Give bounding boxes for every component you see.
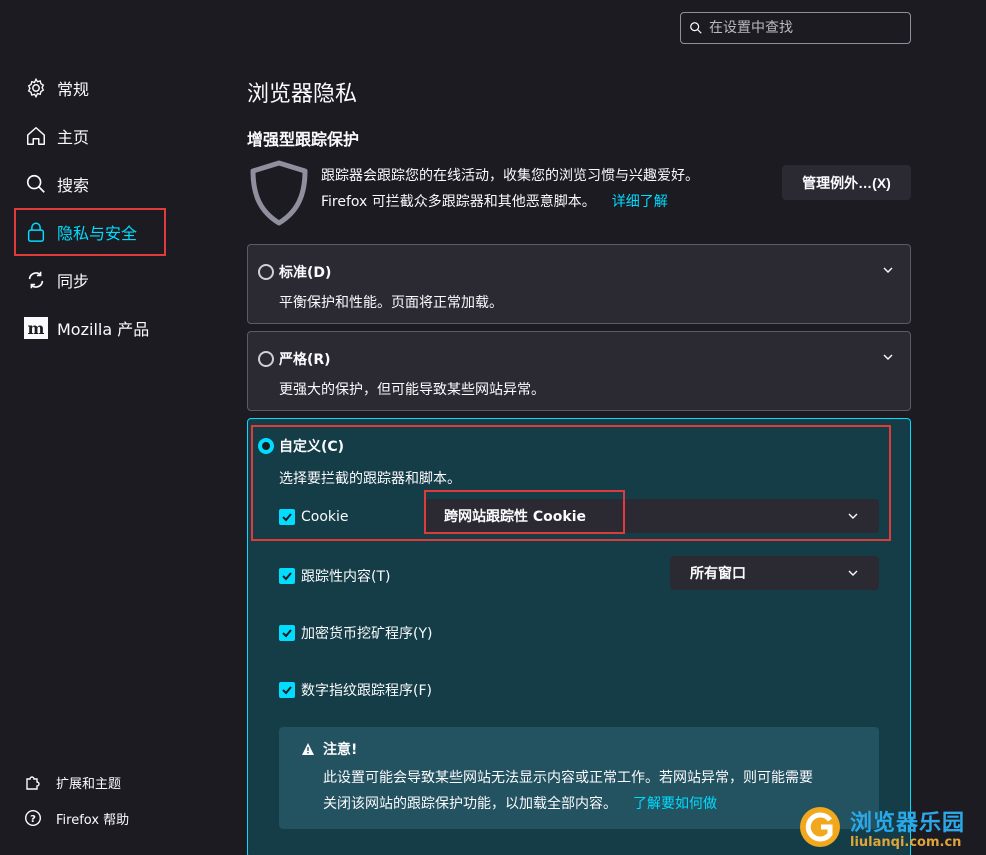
svg-text:m: m [28, 319, 45, 338]
watermark-text: 浏览器乐园 liulanqi.com.cn [850, 805, 965, 850]
help-icon: ? [24, 809, 42, 827]
watermark-icon [800, 807, 840, 847]
fingerprinters-label: 数字指纹跟踪程序(F) [301, 683, 432, 699]
tracking-select-value: 所有窗口 [690, 566, 746, 582]
sync-icon [24, 268, 48, 292]
sidebar-item-sync[interactable]: 同步 [14, 256, 214, 304]
warning-line: 关闭该网站的跟踪保护功能，以加载全部内容。 了解要如何做 [323, 791, 859, 817]
option-desc: 更强大的保护，但可能导致某些网站异常。 [279, 382, 545, 398]
sidebar-item-home[interactable]: 主页 [14, 112, 214, 160]
sidebar-nav: 常规 主页 搜索 隐私与安全 同步 m Mozilla 产品 [14, 64, 214, 352]
option-strict[interactable]: 严格(R) 更强大的保护，但可能导致某些网站异常。 [247, 331, 911, 411]
learn-more-link[interactable]: 详细了解 [612, 194, 668, 210]
sidebar-item-label: Mozilla 产品 [57, 320, 150, 339]
mozilla-icon: m [24, 316, 48, 340]
sidebar-footer: 扩展和主题 ? Firefox 帮助 [24, 764, 224, 836]
chevron-down-icon[interactable] [882, 264, 894, 276]
tracking-content-row[interactable]: 跟踪性内容(T) [279, 566, 390, 586]
tracking-content-checkbox[interactable] [279, 568, 295, 584]
tracking-content-select[interactable]: 所有窗口 [670, 556, 879, 590]
sidebar-item-label: 同步 [57, 272, 90, 291]
search-icon [690, 22, 702, 34]
sidebar-item-search[interactable]: 搜索 [14, 160, 214, 208]
lock-icon [24, 220, 48, 244]
warning-title: 注意! [301, 739, 859, 759]
tracking-content-label: 跟踪性内容(T) [301, 569, 391, 585]
warning-icon [302, 743, 314, 755]
cryptominers-checkbox[interactable] [279, 625, 295, 641]
svg-text:?: ? [30, 814, 36, 825]
footer-label: 扩展和主题 [56, 776, 122, 792]
firefox-help-link[interactable]: ? Firefox 帮助 [24, 800, 224, 836]
option-desc: 平衡保护和性能。页面将正常加载。 [279, 295, 503, 311]
warning-body: 此设置可能会导致某些网站无法显示内容或正常工作。若网站异常，则可能需要 关闭该网… [301, 765, 859, 817]
sidebar-item-mozilla[interactable]: m Mozilla 产品 [14, 304, 214, 352]
gear-icon [24, 76, 48, 100]
highlight-box-cookie-select [424, 490, 625, 534]
chevron-down-icon [848, 570, 858, 576]
option-title: 严格(R) [279, 352, 331, 368]
search-icon [24, 172, 48, 196]
option-standard[interactable]: 标准(D) 平衡保护和性能。页面将正常加载。 [247, 244, 911, 324]
desc-line: Firefox 可拦截众多跟踪器和其他恶意脚本。 详细了解 [321, 189, 699, 215]
page-title: 浏览器隐私 [247, 82, 358, 107]
cryptominers-label: 加密货币挖矿程序(Y) [301, 626, 433, 642]
shield-icon [250, 160, 308, 226]
watermark-logo: 浏览器乐园 liulanqi.com.cn [796, 804, 965, 850]
footer-label: Firefox 帮助 [56, 812, 130, 828]
chevron-down-icon[interactable] [882, 351, 894, 363]
section-title: 增强型跟踪保护 [247, 130, 360, 149]
manage-exceptions-button[interactable]: 管理例外…(X) [782, 165, 911, 200]
standard-radio[interactable] [258, 264, 274, 280]
warning-title-text: 注意! [323, 742, 358, 758]
sidebar-item-label: 主页 [57, 128, 90, 147]
warning-box: 注意! 此设置可能会导致某些网站无法显示内容或正常工作。若网站异常，则可能需要 … [279, 727, 879, 829]
search-input[interactable] [709, 20, 899, 36]
home-icon [24, 124, 48, 148]
extensions-themes-link[interactable]: 扩展和主题 [24, 764, 224, 800]
cryptominers-row[interactable]: 加密货币挖矿程序(Y) [279, 623, 432, 643]
watermark-cn: 浏览器乐园 [850, 809, 966, 836]
sidebar-item-general[interactable]: 常规 [14, 64, 214, 112]
warning-text: 关闭该网站的跟踪保护功能，以加载全部内容。 [323, 796, 617, 812]
sidebar-item-privacy[interactable]: 隐私与安全 [14, 208, 166, 256]
sidebar-item-label: 隐私与安全 [57, 224, 138, 243]
sidebar-item-label: 常规 [57, 80, 90, 99]
desc-line: 跟踪器会跟踪您的在线活动，收集您的浏览习惯与兴趣爱好。 [321, 168, 699, 184]
desc-text: Firefox 可拦截众多跟踪器和其他恶意脚本。 [321, 194, 596, 210]
tracking-description: 跟踪器会跟踪您的在线活动，收集您的浏览习惯与兴趣爱好。 Firefox 可拦截众… [321, 163, 699, 215]
settings-search[interactable] [680, 12, 911, 44]
sidebar-item-label: 搜索 [57, 176, 90, 195]
warning-line: 此设置可能会导致某些网站无法显示内容或正常工作。若网站异常，则可能需要 [323, 770, 813, 786]
puzzle-icon [24, 773, 42, 791]
fingerprinters-row[interactable]: 数字指纹跟踪程序(F) [279, 680, 432, 700]
fingerprinters-checkbox[interactable] [279, 682, 295, 698]
learn-how-link[interactable]: 了解要如何做 [633, 796, 717, 812]
option-title: 标准(D) [279, 265, 332, 281]
strict-radio[interactable] [258, 351, 274, 367]
watermark-en: liulanqi.com.cn [850, 834, 962, 850]
